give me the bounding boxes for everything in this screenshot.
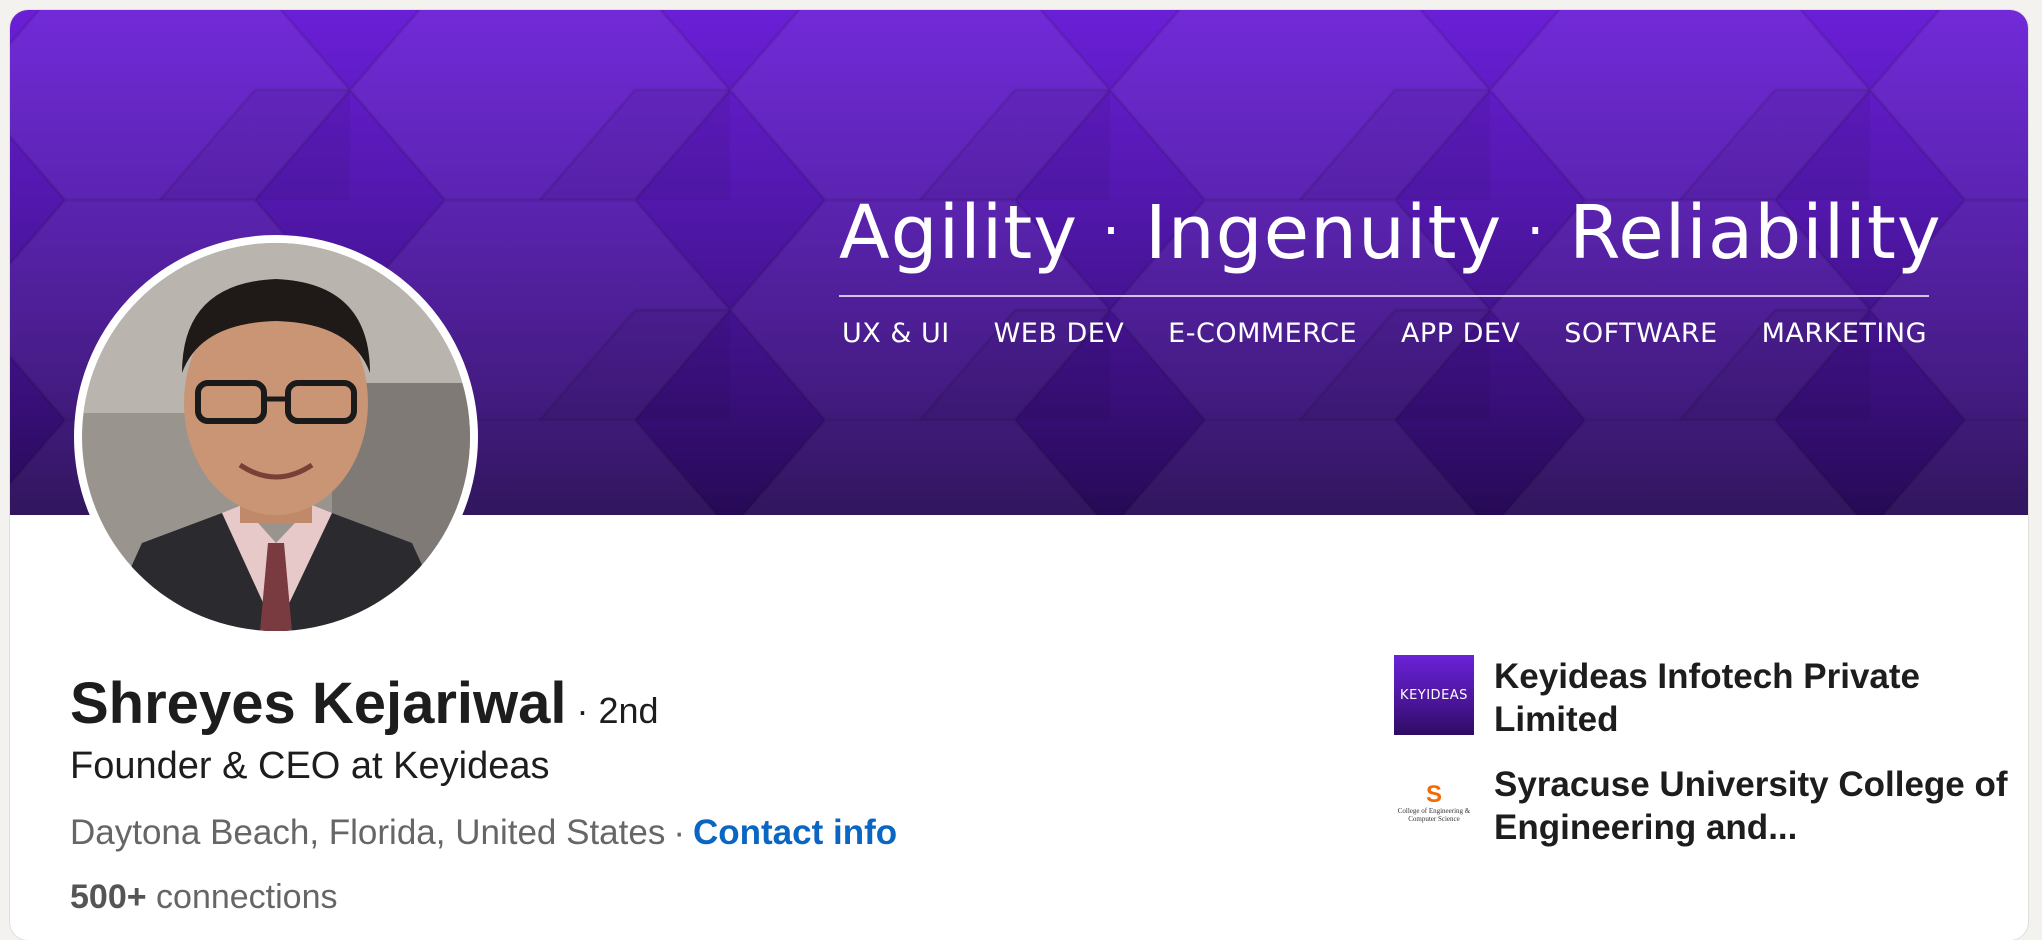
affiliation-current-company[interactable]: KEYIDEAS Keyideas Infotech Private Limit… bbox=[1394, 655, 2014, 741]
profile-location: Daytona Beach, Florida, United States bbox=[70, 813, 666, 852]
service-label: UX & UI bbox=[842, 318, 950, 349]
banner-tagline: Agility · Ingenuity · Reliability bbox=[839, 190, 1941, 276]
connections-label: connections bbox=[156, 878, 338, 916]
profile-name: Shreyes Kejariwal bbox=[70, 671, 567, 736]
profile-card: Agility · Ingenuity · Reliability UX & UI WE… bbox=[10, 10, 2028, 940]
affiliation-education[interactable]: S College of Engineering & Computer Scie… bbox=[1394, 763, 2014, 849]
avatar-image bbox=[82, 243, 470, 631]
connections-link[interactable]: 500+ connections bbox=[70, 878, 338, 917]
syracuse-logo-text: College of Engineering & Computer Scienc… bbox=[1397, 807, 1471, 823]
keyideas-logo-text: KEYIDEAS bbox=[1400, 687, 1468, 703]
banner-services: UX & UI WEB DEV E-COMMERCE APP DEV SOFTW… bbox=[842, 318, 1927, 349]
affiliation-name: Keyideas Infotech Private Limited bbox=[1494, 657, 1920, 739]
keyideas-logo: KEYIDEAS bbox=[1394, 655, 1474, 735]
tagline-separator: · bbox=[1526, 199, 1546, 264]
location-row: Daytona Beach, Florida, United States · Co… bbox=[70, 813, 897, 853]
syracuse-logo-mark: S bbox=[1425, 781, 1442, 808]
connection-degree: · 2nd bbox=[576, 690, 659, 731]
banner-divider bbox=[839, 295, 1929, 297]
service-label: E-COMMERCE bbox=[1168, 318, 1358, 349]
tagline-word: Ingenuity bbox=[1144, 190, 1503, 276]
connections-count: 500+ bbox=[70, 878, 147, 916]
name-row: Shreyes Kejariwal · 2nd bbox=[70, 670, 659, 737]
tagline-separator: · bbox=[1102, 199, 1121, 264]
affiliation-name: Syracuse University College of Engineeri… bbox=[1494, 765, 2008, 847]
service-label: APP DEV bbox=[1400, 318, 1521, 349]
service-label: WEB DEV bbox=[993, 318, 1125, 349]
syracuse-logo: S College of Engineering & Computer Scie… bbox=[1394, 763, 1474, 843]
profile-headline: Founder & CEO at Keyideas bbox=[70, 745, 550, 787]
service-label: SOFTWARE bbox=[1564, 318, 1718, 349]
location-separator: · bbox=[673, 813, 685, 852]
tagline-word: Reliability bbox=[1569, 190, 1942, 276]
profile-photo[interactable] bbox=[74, 235, 478, 639]
tagline-word: Agility bbox=[839, 190, 1079, 276]
service-label: MARKETING bbox=[1761, 318, 1927, 349]
contact-info-link[interactable]: Contact info bbox=[693, 813, 897, 852]
